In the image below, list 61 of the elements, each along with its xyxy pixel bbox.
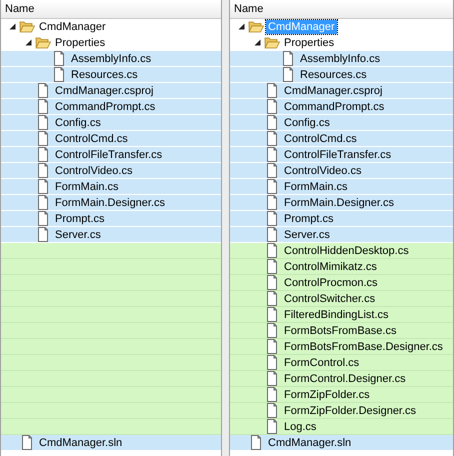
file-icon — [264, 291, 280, 306]
tree-item-label[interactable]: FormZipFolder.Designer.cs — [282, 404, 418, 418]
tree-item-label[interactable]: AssemblyInfo.cs — [298, 52, 382, 66]
file-icon — [264, 339, 280, 354]
tree-item-label[interactable]: Properties — [282, 36, 336, 50]
expand-arrow-icon[interactable] — [24, 39, 32, 46]
tree-item-label[interactable]: FormControl.Designer.cs — [282, 372, 408, 386]
folder-icon — [19, 19, 35, 34]
tree-item-label[interactable]: FormMain.cs — [282, 180, 350, 194]
tree-item-label[interactable]: Prompt.cs — [53, 212, 107, 226]
tree-item-label[interactable]: FormMain.cs — [53, 180, 121, 194]
file-icon — [264, 307, 280, 322]
file-icon — [264, 371, 280, 386]
file-icon — [264, 323, 280, 338]
tree-item-label[interactable]: ControlVideo.cs — [282, 164, 364, 178]
tree-item-label[interactable]: FormMain.Designer.cs — [282, 196, 396, 210]
file-icon — [264, 403, 280, 418]
expand-arrow-icon[interactable] — [238, 23, 244, 30]
expand-arrow-icon[interactable] — [8, 23, 16, 30]
tree-item-label[interactable]: AssemblyInfo.cs — [69, 52, 154, 66]
tree-item-label[interactable]: Config.cs — [53, 116, 103, 130]
tree-item-label[interactable]: CommandPrompt.cs — [282, 100, 386, 114]
tree-item-label[interactable]: CmdManager.sln — [266, 436, 354, 450]
expand-arrow-icon[interactable] — [254, 39, 260, 46]
tree-item-label[interactable]: Server.cs — [53, 228, 103, 242]
tree-item-label[interactable]: ControlFileTransfer.cs — [282, 148, 394, 162]
tree-item-label[interactable]: Config.cs — [282, 116, 332, 130]
tree-item-label[interactable]: Resources.cs — [298, 68, 369, 82]
tree-item-label[interactable]: ControlFileTransfer.cs — [53, 148, 164, 162]
tree-item-label[interactable]: ControlCmd.cs — [282, 132, 359, 146]
tree-item-label[interactable]: FormControl.cs — [282, 356, 362, 370]
tree-item-label[interactable]: CmdManager — [37, 20, 108, 34]
tree-item-label[interactable]: ControlSwitcher.cs — [282, 292, 378, 306]
file-icon — [264, 275, 280, 290]
tree-item-label[interactable]: FormBotsFromBase.Designer.cs — [282, 340, 445, 354]
tree-item-label[interactable]: CmdManager.csproj — [282, 84, 384, 98]
tree-item-label[interactable]: ControlMimikatz.cs — [282, 260, 379, 274]
tree-item-label[interactable]: CmdManager.sln — [37, 436, 124, 450]
tree-item-label[interactable]: Server.cs — [282, 228, 332, 242]
file-icon — [264, 259, 280, 274]
column-header[interactable]: Name — [230, 0, 453, 19]
file-icon — [264, 387, 280, 402]
folder-icon — [35, 35, 51, 50]
tree-item-label[interactable]: Prompt.cs — [282, 212, 336, 226]
tree-item-label[interactable]: Log.cs — [282, 420, 318, 434]
tree-item-label[interactable]: Resources.cs — [69, 68, 140, 82]
tree-item-label[interactable]: ControlHiddenDesktop.cs — [282, 244, 411, 258]
tree-item-label[interactable]: Properties — [53, 36, 108, 50]
tree-item-label[interactable]: ControlProcmon.cs — [282, 276, 380, 290]
tree-item-label[interactable]: FilteredBindingList.cs — [282, 308, 391, 322]
folder-icon — [248, 19, 264, 34]
tree-item-label[interactable]: CommandPrompt.cs — [53, 100, 158, 114]
tree-item-label[interactable]: ControlCmd.cs — [53, 132, 130, 146]
tree-item-label[interactable]: FormBotsFromBase.cs — [282, 324, 398, 338]
tree-item-label[interactable]: FormMain.Designer.cs — [53, 196, 168, 210]
file-icon — [264, 355, 280, 370]
tree-item-label[interactable]: CmdManager.csproj — [53, 84, 156, 98]
column-header[interactable]: Name — [1, 0, 221, 19]
tree-item-label[interactable]: FormZipFolder.cs — [282, 388, 372, 402]
tree-item-label[interactable]: ControlVideo.cs — [53, 164, 134, 178]
folder-icon — [264, 35, 280, 50]
